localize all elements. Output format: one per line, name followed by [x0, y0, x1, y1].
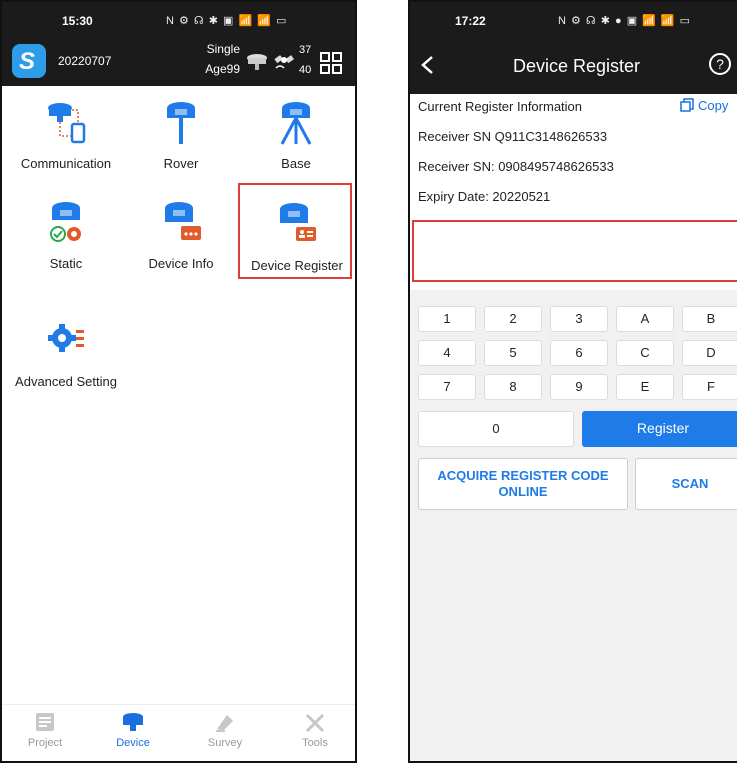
nav-project[interactable]: Project	[2, 711, 88, 749]
nav-label: Survey	[207, 737, 243, 749]
grid-menu-icon[interactable]	[320, 52, 342, 74]
tile-label: Static	[49, 256, 83, 271]
app-header: 17:22 N ⚙ ☊ ✱ ● ▣ 📶 📶 ▭ Device Register …	[410, 2, 737, 94]
key-c[interactable]: C	[616, 340, 674, 366]
nav-device[interactable]: Device	[90, 711, 176, 749]
key-b[interactable]: B	[682, 306, 737, 332]
key-3[interactable]: 3	[550, 306, 608, 332]
acquire-label-line1: ACQUIRE REGISTER CODE	[437, 468, 609, 483]
bottom-nav: Project Device Survey Tools	[2, 704, 355, 761]
base-icon	[280, 102, 312, 145]
static-icon	[50, 202, 81, 242]
tile-label: Device Register	[251, 258, 343, 273]
receiver-sn-1: Receiver SN Q911C3148626533	[418, 129, 608, 144]
status-icons: N ⚙ ☊ ✱ ● ▣ 📶 📶 ▭	[558, 15, 692, 27]
nav-label: Device	[116, 737, 150, 749]
page-title: Device Register	[512, 56, 641, 76]
expiry-date: Expiry Date: 20220521	[418, 189, 551, 204]
tile-static[interactable]: Static	[12, 194, 120, 282]
device-icon	[123, 713, 143, 731]
tile-advanced-setting[interactable]: Advanced Setting	[12, 312, 120, 400]
nav-survey[interactable]: Survey	[182, 711, 268, 749]
svg-text:?: ?	[716, 56, 724, 72]
satellites-used: 37	[299, 44, 312, 56]
receiver-sn-2: Receiver SN: 0908495748626533	[418, 159, 614, 174]
acquire-register-code-button[interactable]: ACQUIRE REGISTER CODE ONLINE	[418, 458, 628, 510]
key-9[interactable]: 9	[550, 374, 608, 400]
diff-age: Age99	[205, 62, 240, 76]
key-f[interactable]: F	[682, 374, 737, 400]
tile-rover[interactable]: Rover	[127, 94, 235, 182]
register-info-title: Current Register Information	[418, 99, 583, 114]
status-bar: 15:30 N ⚙ ☊ ✱ ▣ 📶 📶 ▭	[2, 14, 355, 30]
key-1[interactable]: 1	[418, 306, 476, 332]
device-screen: 15:30 N ⚙ ☊ ✱ ▣ 📶 📶 ▭ S 20220707 Single …	[0, 0, 357, 763]
app-header: 15:30 N ⚙ ☊ ✱ ▣ 📶 📶 ▭ S 20220707 Single …	[2, 2, 355, 86]
status-time: 15:30	[62, 14, 93, 28]
survey-icon	[216, 715, 233, 732]
device-info-icon	[165, 202, 201, 240]
keypad: 1 2 3 A B 4 5 6 C D 7 8 9 E F 0 Register…	[410, 290, 737, 761]
key-d[interactable]: D	[682, 340, 737, 366]
fix-state: Single	[206, 42, 240, 56]
status-time: 17:22	[455, 14, 486, 28]
tile-device-info[interactable]: Device Info	[127, 194, 235, 282]
tile-device-register[interactable]: Device Register	[238, 183, 352, 279]
nav-label: Tools	[302, 737, 328, 749]
tile-label: Rover	[163, 156, 199, 171]
key-7[interactable]: 7	[418, 374, 476, 400]
tile-communication[interactable]: Communication	[12, 94, 120, 182]
advanced-setting-icon	[48, 324, 84, 352]
key-2[interactable]: 2	[484, 306, 542, 332]
app-logo-icon[interactable]: S	[12, 44, 46, 78]
scan-button[interactable]: SCAN	[635, 458, 737, 510]
device-register-icon	[280, 203, 316, 241]
key-5[interactable]: 5	[484, 340, 542, 366]
help-icon[interactable]: ?	[708, 52, 732, 76]
key-8[interactable]: 8	[484, 374, 542, 400]
tile-label: Base	[281, 156, 311, 171]
key-0[interactable]: 0	[418, 411, 574, 447]
tile-label: Device Info	[148, 256, 214, 271]
tile-label: Communication	[20, 156, 112, 171]
status-icons: N ⚙ ☊ ✱ ▣ 📶 📶 ▭	[166, 15, 288, 27]
rover-icon	[167, 102, 195, 144]
copy-label: Copy	[698, 98, 729, 113]
key-6[interactable]: 6	[550, 340, 608, 366]
tools-icon	[305, 713, 325, 733]
acquire-label-line2: ONLINE	[498, 484, 548, 499]
project-name[interactable]: 20220707	[58, 54, 111, 68]
status-bar: 17:22 N ⚙ ☊ ✱ ● ▣ 📶 📶 ▭	[410, 14, 737, 30]
project-icon	[36, 713, 54, 731]
tile-base[interactable]: Base	[242, 94, 350, 182]
key-4[interactable]: 4	[418, 340, 476, 366]
nav-tools[interactable]: Tools	[272, 711, 355, 749]
communication-icon	[48, 103, 86, 144]
satellite-icon[interactable]	[272, 48, 296, 72]
copy-icon	[680, 98, 694, 112]
register-button[interactable]: Register	[582, 411, 737, 447]
copy-button[interactable]: Copy	[680, 98, 728, 113]
device-register-screen: 17:22 N ⚙ ☊ ✱ ● ▣ 📶 📶 ▭ Device Register …	[408, 0, 737, 763]
register-code-input[interactable]	[412, 220, 737, 282]
satellites-total: 40	[299, 64, 312, 76]
receiver-icon[interactable]	[246, 50, 268, 72]
nav-label: Project	[27, 737, 63, 749]
tile-label: Advanced Setting	[15, 374, 117, 389]
key-a[interactable]: A	[616, 306, 674, 332]
key-e[interactable]: E	[616, 374, 674, 400]
